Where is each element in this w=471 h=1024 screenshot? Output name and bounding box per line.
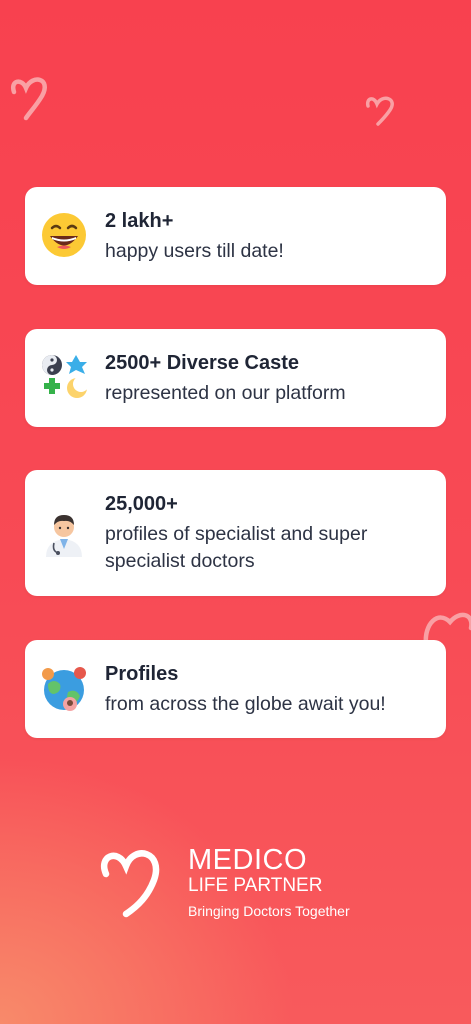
heart-outline-icon [10,77,47,121]
globe-people-icon [42,667,86,711]
stat-card-caste: 2500+ Diverse Caste represented on our p… [25,329,446,427]
religion-symbols-icon [42,355,88,398]
stat-subtitle: profiles of specialist and super special… [105,523,368,572]
stat-subtitle: represented on our platform [105,382,346,404]
grinning-face-icon [42,213,86,257]
heart-outline-icon [365,96,394,126]
stat-title: 2 lakh+ [105,210,174,232]
stat-subtitle: happy users till date! [105,240,284,262]
stat-title: 2500+ Diverse Caste [105,352,300,374]
brand-name: MEDICO [188,844,307,876]
stat-card-global: Profiles from across the globe await you… [25,640,446,738]
brand-subname: LIFE PARTNER [188,875,323,896]
stat-card-users: 2 lakh+ happy users till date! [25,187,446,285]
doctor-icon [46,515,82,557]
stat-subtitle: from across the globe await you! [105,693,386,715]
brand-logo: MEDICO LIFE PARTNER Bringing Doctors Tog… [98,844,398,934]
stat-title: 25,000+ [105,493,178,515]
stat-card-doctors: 25,000+ profiles of specialist and super… [25,470,446,596]
heart-logo-icon [100,850,160,918]
heart-outline-icon [423,612,471,644]
brand-tagline: Bringing Doctors Together [188,903,350,919]
stat-title: Profiles [105,663,179,685]
